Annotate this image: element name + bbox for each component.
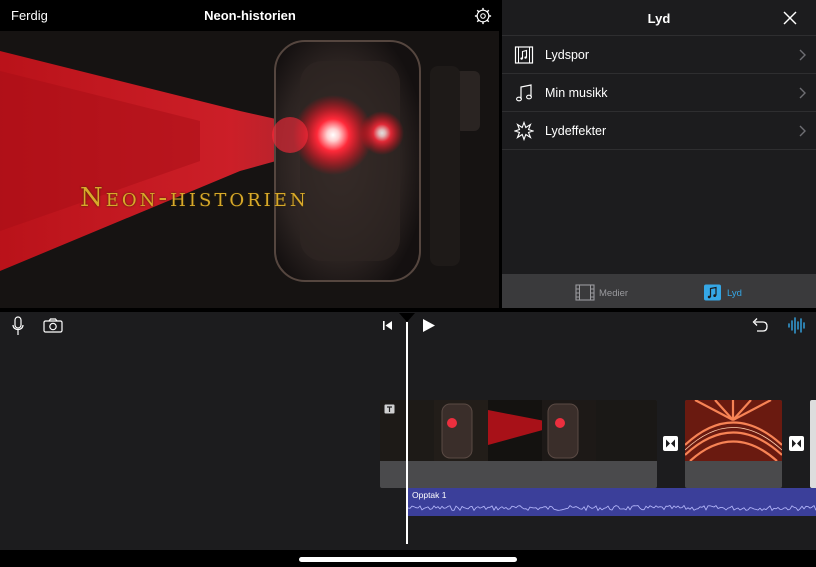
panel-tab-bar: Medier Lyd bbox=[502, 274, 816, 310]
clip-thumbnails bbox=[380, 400, 657, 461]
timeline[interactable]: Opptak 1 bbox=[0, 340, 816, 550]
audio-waveform-icon[interactable] bbox=[787, 316, 807, 335]
video-preview-frame[interactable]: Neon-historien bbox=[0, 31, 500, 310]
clip-thumbnails bbox=[685, 400, 782, 461]
transition-icon bbox=[666, 439, 675, 448]
gear-icon[interactable] bbox=[474, 7, 492, 25]
playhead[interactable] bbox=[406, 322, 408, 544]
panel-title: Lyd bbox=[647, 11, 671, 26]
music-note-icon bbox=[516, 84, 532, 102]
imovie-editor: Ferdig Neon-historien Neon-historien Lyd… bbox=[0, 0, 816, 567]
chevron-right-icon bbox=[799, 87, 806, 99]
transition-button[interactable] bbox=[663, 436, 678, 451]
film-music-icon bbox=[514, 46, 534, 64]
video-clip[interactable] bbox=[685, 400, 782, 488]
playhead-marker bbox=[399, 313, 415, 322]
film-strip-icon bbox=[575, 284, 595, 301]
skip-to-start-icon[interactable] bbox=[382, 320, 393, 331]
menu-item-label: Lydeffekter bbox=[545, 124, 607, 138]
menu-item-label: Min musikk bbox=[545, 86, 608, 100]
burst-icon bbox=[514, 121, 534, 141]
tab-label: Lyd bbox=[727, 288, 742, 299]
laser-scene-image bbox=[0, 31, 500, 310]
video-clip[interactable] bbox=[380, 400, 657, 488]
microphone-icon[interactable] bbox=[11, 316, 25, 336]
transition-icon bbox=[792, 439, 801, 448]
transition-button[interactable] bbox=[789, 436, 804, 451]
music-note-icon bbox=[704, 284, 721, 301]
title-text-icon bbox=[384, 404, 395, 414]
chevron-right-icon bbox=[799, 125, 806, 137]
clip-title-overlay: Neon-historien bbox=[80, 183, 309, 213]
clip-filmstrip-image bbox=[380, 400, 657, 461]
menu-item-min-musikk[interactable]: Min musikk bbox=[502, 74, 816, 112]
panel-header: Lyd bbox=[502, 0, 816, 36]
menu-item-lydeffekter[interactable]: Lydeffekter bbox=[502, 112, 816, 150]
undo-icon[interactable] bbox=[751, 317, 768, 333]
chevron-right-icon bbox=[799, 49, 806, 61]
close-icon[interactable] bbox=[782, 10, 798, 26]
play-icon[interactable] bbox=[421, 318, 436, 333]
video-clip[interactable] bbox=[810, 400, 816, 488]
audio-track[interactable]: Opptak 1 bbox=[408, 488, 816, 516]
neon-tubes-image bbox=[685, 400, 782, 461]
viewer-top-bar: Ferdig Neon-historien bbox=[0, 0, 500, 31]
tab-label: Medier bbox=[599, 288, 629, 299]
menu-item-lydspor[interactable]: Lydspor bbox=[502, 36, 816, 74]
audio-waveform bbox=[408, 504, 816, 512]
menu-item-label: Lydspor bbox=[545, 48, 590, 62]
camera-icon[interactable] bbox=[43, 318, 63, 333]
home-indicator[interactable] bbox=[299, 557, 517, 562]
audio-browser-panel: Lyd Lydspor Min musikk Lydeffekter Medie… bbox=[502, 0, 816, 310]
project-title: Neon-historien bbox=[204, 8, 296, 23]
audio-track-label: Opptak 1 bbox=[412, 490, 447, 500]
video-viewer: Ferdig Neon-historien Neon-historien bbox=[0, 0, 500, 310]
